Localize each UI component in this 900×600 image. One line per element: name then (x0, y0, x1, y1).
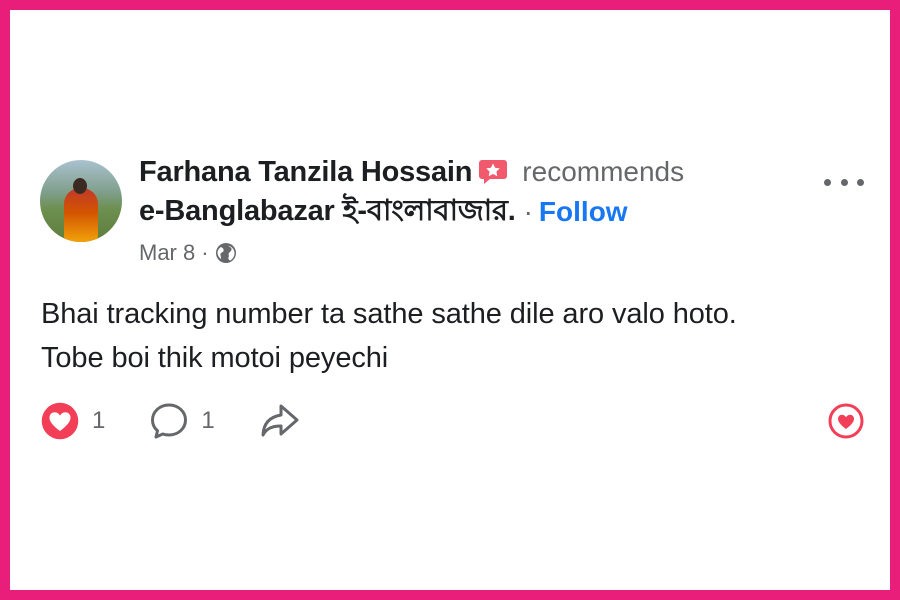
share-icon (261, 404, 299, 437)
globe-icon (215, 242, 237, 264)
avatar-figure (64, 188, 98, 242)
action-text: recommends (522, 156, 685, 187)
love-reaction-button[interactable]: 1 (40, 401, 105, 441)
comment-icon (151, 403, 188, 439)
author-name[interactable]: Farhana Tanzila Hossain (139, 156, 472, 189)
post-card: Farhana Tanzila Hossain recommends e-Ban… (10, 10, 890, 590)
more-dot (857, 178, 864, 186)
post-text-line: Tobe boi thik motoi peyechi (41, 342, 389, 374)
header-line-author: Farhana Tanzila Hossain recommends (139, 154, 759, 190)
avatar-head (73, 178, 87, 194)
comment-button[interactable]: 1 (149, 401, 215, 441)
post-meta: Mar 8 · (139, 238, 759, 268)
header-line-page: e-Banglabazar ই-বাংলাবাজার. · Follow (139, 192, 759, 232)
heart-reaction-icon (40, 401, 80, 441)
post-header: Farhana Tanzila Hossain recommends e-Ban… (139, 154, 759, 268)
post-actions: 1 1 (40, 400, 345, 442)
more-dot (824, 178, 831, 186)
post-body: Bhai tracking number ta sathe sathe dile… (41, 292, 861, 380)
comment-count: 1 (201, 407, 215, 434)
post-text-line: Bhai tracking number ta sathe sathe dile… (41, 298, 737, 330)
love-count: 1 (92, 407, 106, 434)
more-dot (840, 178, 848, 186)
more-options-icon[interactable] (824, 172, 864, 192)
heart-outline-icon[interactable] (828, 403, 864, 439)
page-name[interactable]: e-Banglabazar ই-বাংলাবাজার. (139, 188, 516, 237)
separator-dot: · (523, 196, 533, 227)
post-date[interactable]: Mar 8 (139, 240, 195, 266)
follow-button[interactable]: Follow (539, 196, 628, 228)
avatar[interactable] (40, 160, 122, 242)
recommend-star-icon (478, 158, 508, 186)
share-button[interactable] (259, 401, 301, 441)
meta-separator: · (201, 240, 209, 265)
